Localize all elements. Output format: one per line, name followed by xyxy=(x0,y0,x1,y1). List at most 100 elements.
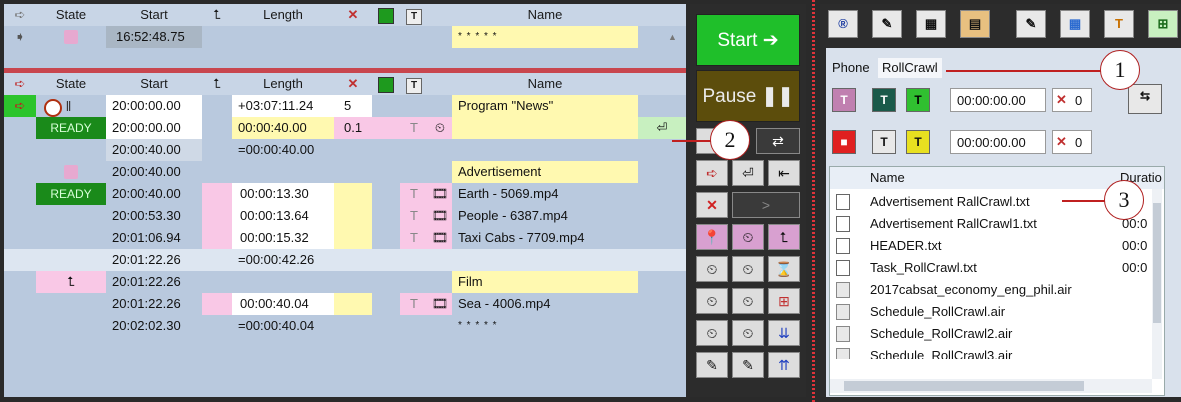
scroll-thumb[interactable] xyxy=(1153,203,1161,323)
stop-button[interactable]: ■ xyxy=(832,130,856,154)
h-scroll-thumb[interactable] xyxy=(844,381,1084,391)
time-field-2[interactable]: 00:00:00.00 xyxy=(950,130,1046,154)
row-name[interactable]: * * * * * xyxy=(452,315,638,337)
col-state[interactable]: State xyxy=(36,4,106,26)
scroll-arrow-icon[interactable]: ▲ xyxy=(668,26,680,48)
text-orange-button[interactable]: T xyxy=(872,88,896,112)
row-length: 00:00:40.04 xyxy=(232,293,334,315)
delete-icon[interactable]: ✕ xyxy=(696,192,728,218)
shuffle-icon: ✕ xyxy=(334,4,372,26)
refresh-button[interactable]: ⇆ xyxy=(1128,84,1162,114)
skip-icon[interactable]: > xyxy=(732,192,800,218)
callout-line-1 xyxy=(946,70,1101,72)
timer-1-icon[interactable]: ⏲ xyxy=(696,256,728,282)
file-row[interactable]: Advertisement RallCrawl.txt xyxy=(830,191,1150,213)
record-icon[interactable]: ® xyxy=(828,10,858,38)
video-icon: 🎞 xyxy=(428,205,452,227)
horizontal-scrollbar[interactable] xyxy=(830,379,1152,393)
col-length[interactable]: Length xyxy=(232,73,334,95)
playlist-row[interactable]: ⮤ 20:01:22.26 Film xyxy=(4,271,686,293)
tab-phone[interactable]: Phone xyxy=(828,58,874,78)
split-icon[interactable]: ⊞ xyxy=(768,288,800,314)
clip-icon[interactable]: ▦ xyxy=(1060,10,1090,38)
vertical-scrollbar[interactable] xyxy=(1152,189,1162,379)
return-icon[interactable]: ⏎ xyxy=(732,160,764,186)
playlist-panel: ➪ State Start ⮤ Length ✕ T Name ➧ 16:52:… xyxy=(4,4,686,397)
edit-1-icon[interactable]: ✎ xyxy=(696,352,728,378)
pin-icon[interactable]: 📍 xyxy=(696,224,728,250)
row-name[interactable] xyxy=(452,117,638,139)
text-file-icon xyxy=(836,216,850,232)
file-name: Task_RollCrawl.txt xyxy=(870,260,977,275)
file-row[interactable]: HEADER.txt 00:0 xyxy=(830,235,1150,257)
edit-icon[interactable]: ✎ xyxy=(872,10,902,38)
row-name[interactable]: Advertisement xyxy=(452,161,638,183)
playlist-row[interactable]: 20:01:22.26 =00:00:42.26 xyxy=(4,249,686,271)
timer-4-icon[interactable]: ⏲ xyxy=(732,288,764,314)
row-name[interactable]: Program "News" xyxy=(452,95,638,117)
edit-2-icon[interactable]: ✎ xyxy=(732,352,764,378)
callout-3: 3 xyxy=(1104,180,1144,220)
playlist-row[interactable]: 20:02:02.30 =00:00:40.04 * * * * * xyxy=(4,315,686,337)
timer-5-icon[interactable]: ⏲ xyxy=(696,320,728,346)
file-row[interactable]: Advertisement RallCrawl1.txt 00:0 xyxy=(830,213,1150,235)
text-icon: T xyxy=(400,73,428,95)
top-name[interactable]: * * * * * xyxy=(452,26,638,48)
layout-icon[interactable]: ⊞ xyxy=(1148,10,1178,38)
crawl-icon[interactable]: ▤ xyxy=(960,10,990,38)
col-name[interactable]: Name xyxy=(870,167,905,189)
timer-2-icon[interactable]: ⏲ xyxy=(732,256,764,282)
playlist-row[interactable]: READY 20:00:00.00 00:00:40.00 0.1 T ⏲ ⏎ xyxy=(4,117,686,139)
row-name[interactable]: People - 6387.mp4 xyxy=(452,205,638,227)
file-row[interactable]: 2017cabsat_economy_eng_phil.air xyxy=(830,279,1150,301)
arrow-icon: ➪ xyxy=(4,73,36,95)
video-icon: 🎞 xyxy=(428,227,452,249)
tab-rollcrawl[interactable]: RollCrawl xyxy=(878,58,942,78)
jump-icon[interactable]: ⮤ xyxy=(768,224,800,250)
file-row[interactable]: Schedule_RollCrawl.air xyxy=(830,301,1150,323)
playlist-row[interactable]: 20:00:53.30 00:00:13.64 T 🎞 People - 638… xyxy=(4,205,686,227)
clock-icon[interactable]: ‖ xyxy=(36,95,106,117)
time-field-1[interactable]: 00:00:00.00 xyxy=(950,88,1046,112)
col-state[interactable]: State xyxy=(36,73,106,95)
playlist-row[interactable]: 20:01:06.94 00:00:15.32 T 🎞 Taxi Cabs - … xyxy=(4,227,686,249)
text-pink-button[interactable]: T xyxy=(832,88,856,112)
text-file-icon[interactable]: T xyxy=(1104,10,1134,38)
text-green-button[interactable]: T xyxy=(906,88,930,112)
text-yellow-button[interactable]: T xyxy=(906,130,930,154)
text-red-button[interactable]: T xyxy=(872,130,896,154)
playlist-row[interactable]: 20:00:40.00 =00:00:40.00 xyxy=(4,139,686,161)
row-name[interactable]: Sea - 4006.mp4 xyxy=(452,293,638,315)
file-row[interactable]: Task_RollCrawl.txt 00:0 xyxy=(830,257,1150,279)
pause-button[interactable]: Pause ❚❚ xyxy=(696,70,800,122)
film-icon[interactable]: ▦ xyxy=(916,10,946,38)
col-name[interactable]: Name xyxy=(452,4,638,26)
swap-icon[interactable]: ⇄ xyxy=(756,128,800,154)
sort-down-icon[interactable]: ⇊ xyxy=(768,320,800,346)
row-name[interactable]: Taxi Cabs - 7709.mp4 xyxy=(452,227,638,249)
col-start[interactable]: Start xyxy=(106,73,202,95)
step-back-icon[interactable]: ⇤ xyxy=(768,160,800,186)
start-button[interactable]: Start ➔ xyxy=(696,14,800,66)
timer-6-icon[interactable]: ⏲ xyxy=(732,320,764,346)
col-name[interactable]: Name xyxy=(452,73,638,95)
row-name[interactable]: Film xyxy=(452,271,638,293)
playlist-row[interactable]: 20:01:22.26 00:00:40.04 T 🎞 Sea - 4006.m… xyxy=(4,293,686,315)
pin-icon xyxy=(36,26,106,48)
file-row[interactable]: Schedule_RollCrawl2.air xyxy=(830,323,1150,345)
file-row[interactable]: Schedule_RollCrawl3.air xyxy=(830,345,1150,359)
goto-arrow-icon[interactable]: ➪ xyxy=(696,160,728,186)
playlist-row[interactable]: ➪ ‖ 20:00:00.00 +03:07:11.24 5 Program "… xyxy=(4,95,686,117)
sort-up-icon[interactable]: ⇈ xyxy=(768,352,800,378)
timer-3-icon[interactable]: ⏲ xyxy=(696,288,728,314)
edit-media-icon[interactable]: ✎ xyxy=(1016,10,1046,38)
playlist-row[interactable]: READY 20:00:40.00 00:00:13.30 T 🎞 Earth … xyxy=(4,183,686,205)
return-icon[interactable]: ⏎ xyxy=(638,117,686,139)
playlist-row[interactable]: 20:00:40.00 Advertisement xyxy=(4,161,686,183)
current-row[interactable]: ➧ 16:52:48.75 * * * * * ▲ xyxy=(4,26,686,48)
row-name[interactable]: Earth - 5069.mp4 xyxy=(452,183,638,205)
clock-icon[interactable]: ⏲ xyxy=(732,224,764,250)
col-length[interactable]: Length xyxy=(232,4,334,26)
col-start[interactable]: Start xyxy=(106,4,202,26)
hourglass-icon[interactable]: ⌛ xyxy=(768,256,800,282)
